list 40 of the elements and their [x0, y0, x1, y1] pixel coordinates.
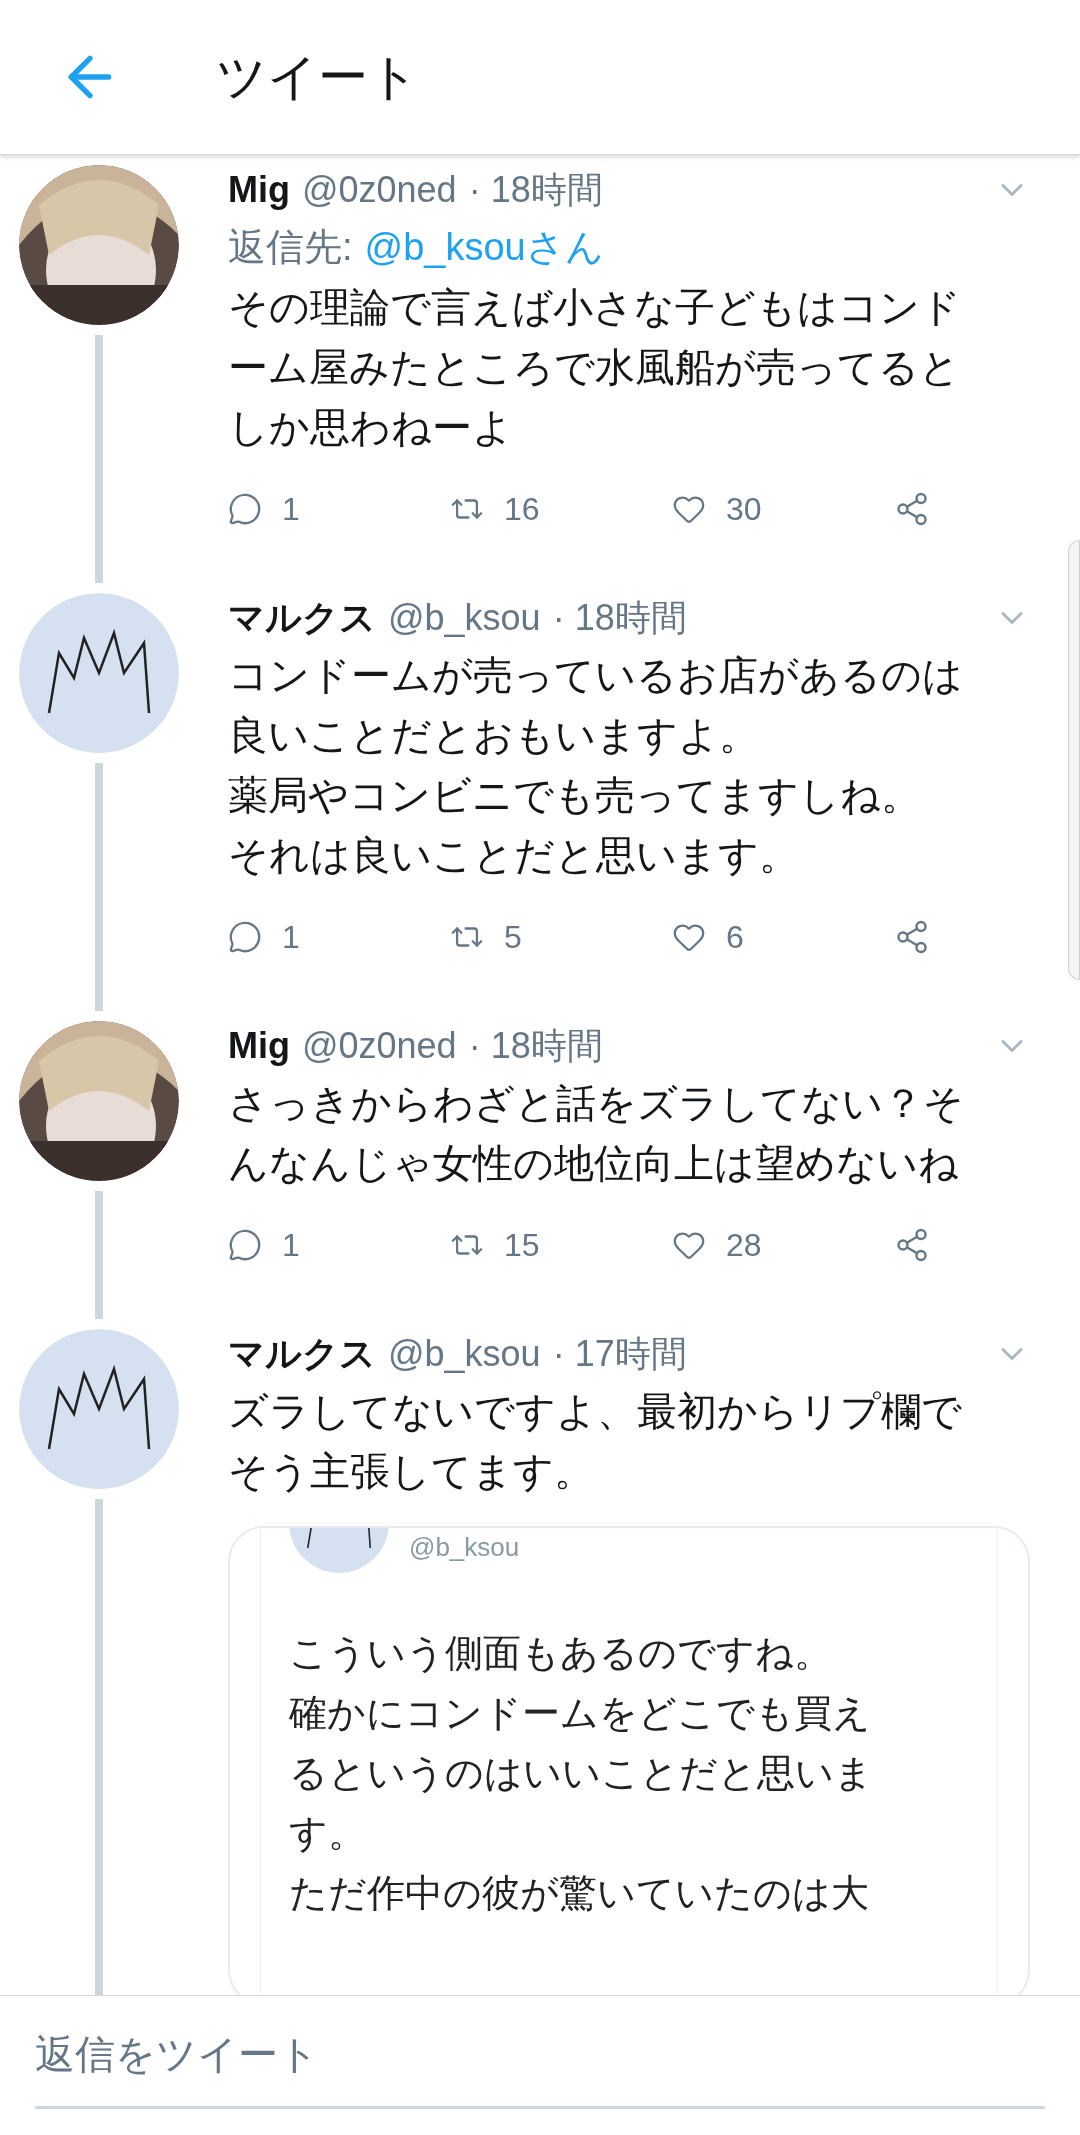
display-name[interactable]: Mig — [228, 1019, 290, 1073]
display-name[interactable]: Mig — [228, 163, 290, 217]
reply-field[interactable]: 返信をツイート — [35, 2024, 1045, 2109]
action-count: 6 — [726, 918, 744, 957]
user-handle: @0z0ned — [302, 1024, 457, 1068]
user-handle: @0z0ned — [302, 168, 457, 212]
share-icon[interactable] — [894, 491, 930, 527]
user-handle: @b_ksou — [388, 1332, 541, 1376]
tweet-text: それは良いことだと思います。 — [228, 832, 800, 879]
screenshot-text: こういう側面もあるのですね。 — [289, 1631, 833, 1676]
action-count: 5 — [504, 918, 522, 957]
tweet-text: コンドームが売っているお店があるのは良いことだとおもいますよ。 — [228, 652, 964, 759]
screenshot-text: ただ作中の彼が驚いていたのは大 — [289, 1871, 870, 1916]
action-count: 30 — [726, 490, 762, 529]
tweet-time: · 17時間 — [552, 1332, 687, 1376]
tweet-time: · 18時間 — [552, 596, 687, 640]
action-count: 15 — [504, 1226, 540, 1265]
reply-icon[interactable] — [228, 920, 262, 954]
display-name[interactable]: マルクス — [228, 1327, 376, 1381]
tweet-time: · 18時間 — [468, 168, 603, 212]
action-count: 1 — [282, 918, 300, 957]
tweet-time: · 18時間 — [468, 1024, 603, 1068]
reply-icon[interactable] — [228, 1228, 262, 1262]
user-handle: @b_ksou — [409, 1531, 520, 1564]
tweet-text: 薬局やコンビニでも売ってますしね。 — [228, 772, 922, 819]
action-count: 16 — [504, 490, 540, 529]
screenshot-text: 確かにコンドームをどこでも買えるというのはいいことだと思います。 — [289, 1691, 874, 1856]
share-icon[interactable] — [894, 1227, 930, 1263]
user-handle: @b_ksou — [388, 596, 541, 640]
reply-to-label: 返信先: — [228, 225, 353, 270]
page-title: ツイート — [216, 47, 419, 107]
reply-icon[interactable] — [228, 492, 262, 526]
action-count: 28 — [726, 1226, 762, 1265]
display-name[interactable]: マルクス — [228, 591, 376, 645]
tweet-text: さっきからわざと話をズラしてない？そんなんじゃ女性の地位向上は望めないね — [228, 1080, 965, 1187]
action-count: 1 — [282, 1226, 300, 1265]
tweet-text: その理論で言えば小さな子どもはコンドーム屋みたところで水風船が売ってるとしか思わねーよ — [228, 284, 962, 451]
action-count: 1 — [282, 490, 300, 529]
share-icon[interactable] — [894, 919, 930, 955]
tweet-text: ズラしてないですよ、最初からリプ欄でそう主張してます。 — [228, 1388, 963, 1495]
